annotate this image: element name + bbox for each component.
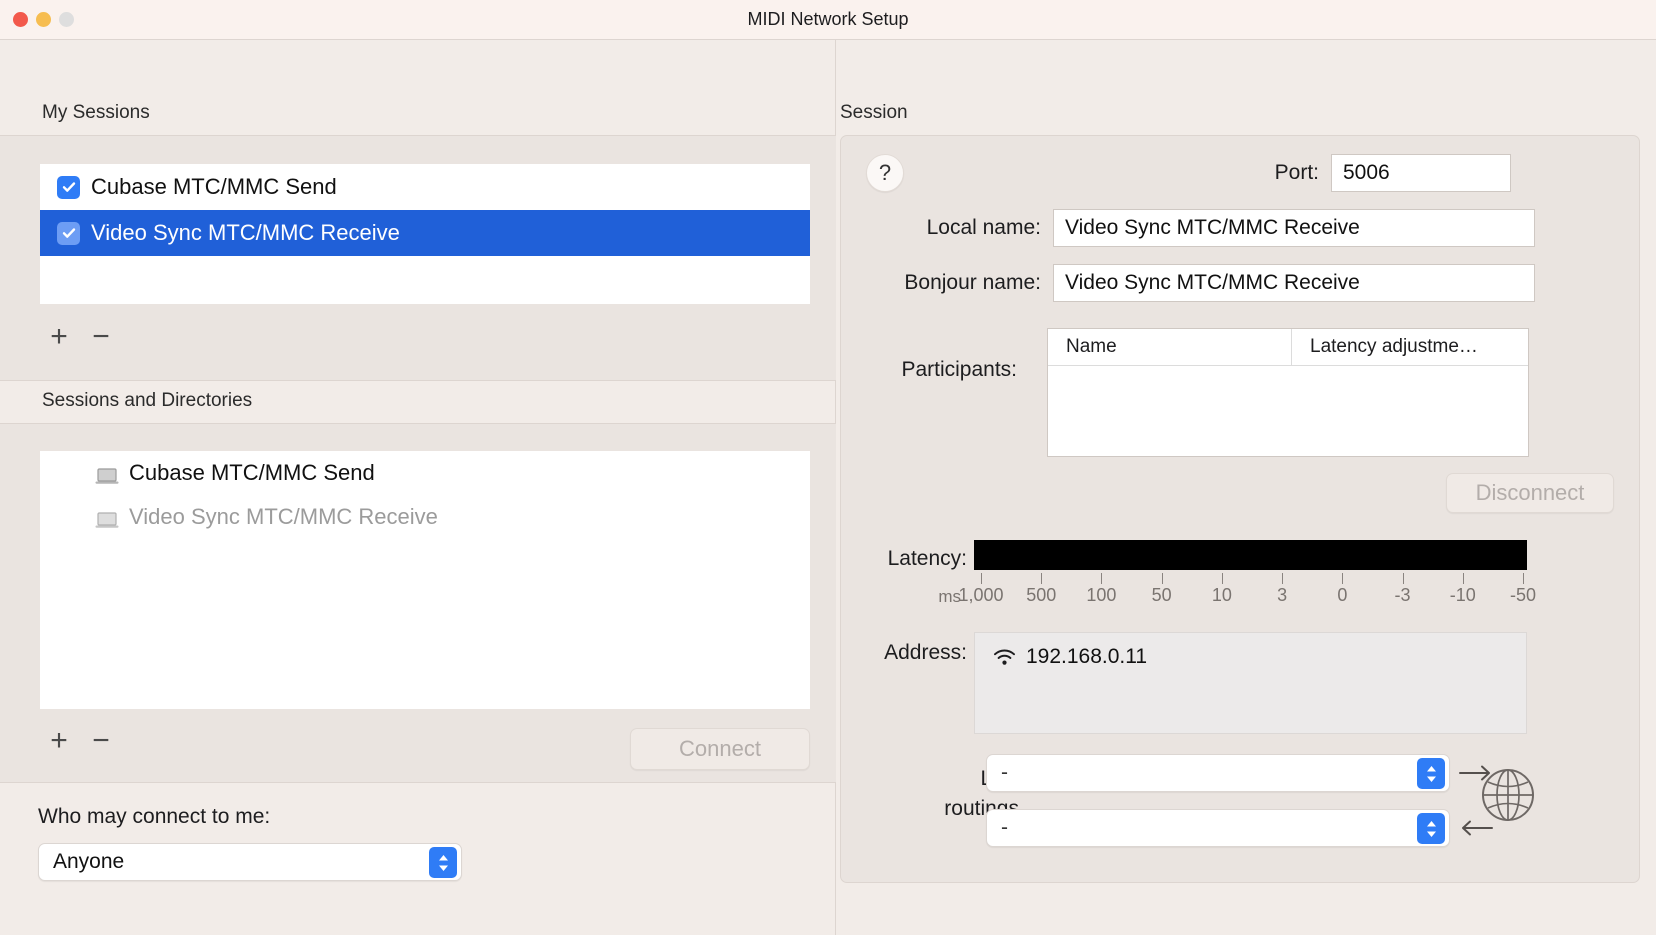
latency-tick (1101, 573, 1103, 584)
who-may-connect-dropdown[interactable]: Anyone (38, 843, 462, 881)
remove-session-button[interactable]: − (90, 322, 112, 352)
add-session-button[interactable]: + (48, 322, 70, 352)
address-box[interactable]: 192.168.0.11 (974, 632, 1527, 734)
who-may-connect-value: Anyone (53, 850, 125, 873)
port-label: Port: (1274, 161, 1319, 184)
help-button[interactable]: ? (866, 154, 904, 192)
checkbox-checked-icon[interactable] (57, 175, 80, 199)
remove-directory-button[interactable]: − (90, 726, 112, 756)
directory-row[interactable]: Video Sync MTC/MMC Receive (40, 495, 810, 539)
my-sessions-panel: Cubase MTC/MMC Send Video Sync MTC/MMC R… (0, 135, 836, 381)
latency-tick (1282, 573, 1284, 584)
sessions-directories-panel: Cubase MTC/MMC Send Video Sync MTC/MMC R… (0, 423, 836, 783)
directories-list[interactable]: Cubase MTC/MMC Send Video Sync MTC/MMC R… (40, 451, 810, 709)
latency-tick-label: -50 (1509, 585, 1537, 605)
midi-network-setup-window: MIDI Network Setup My Sessions Cubase MT… (0, 0, 1656, 935)
latency-tick (1221, 573, 1223, 584)
latency-tick-label: 500 (1026, 585, 1057, 605)
latency-tick-marks (974, 573, 1527, 585)
directories-add-remove: + − (48, 726, 112, 756)
chevron-updown-icon[interactable] (429, 847, 457, 878)
latency-tick-label: 10 (1211, 585, 1232, 605)
participants-column-name[interactable]: Name (1048, 329, 1292, 365)
my-sessions-add-remove: + − (48, 322, 112, 352)
who-may-connect-group: Who may connect to me: Anyone (38, 805, 462, 881)
latency-tick (1161, 573, 1163, 584)
session-row[interactable]: Cubase MTC/MMC Send (40, 164, 810, 210)
port-field-row: Port: 5006 (1229, 154, 1511, 192)
my-sessions-list[interactable]: Cubase MTC/MMC Send Video Sync MTC/MMC R… (40, 164, 810, 304)
live-routing-out-value: - (1001, 761, 1008, 784)
laptop-icon (95, 465, 119, 484)
session-header: Session (840, 102, 908, 123)
latency-tick (1402, 573, 1404, 584)
latency-tick (981, 573, 982, 584)
participants-table-header: Name Latency adjustme… (1048, 329, 1528, 366)
latency-tick (1041, 573, 1043, 584)
participants-column-latency[interactable]: Latency adjustme… (1292, 329, 1528, 365)
session-row-label: Cubase MTC/MMC Send (91, 174, 337, 199)
directory-row-label: Cubase MTC/MMC Send (129, 460, 375, 485)
who-may-connect-label: Who may connect to me: (38, 805, 271, 828)
window-title: MIDI Network Setup (747, 9, 909, 29)
address-row: 192.168.0.11 (975, 633, 1526, 669)
latency-tick (1462, 573, 1464, 584)
session-row[interactable]: Video Sync MTC/MMC Receive (40, 210, 810, 256)
latency-tick-labels: 1,000 500 100 50 10 3 0 -3 -10 -50 (958, 585, 1536, 609)
latency-label: Latency: (887, 547, 967, 570)
directory-row[interactable]: Cubase MTC/MMC Send (40, 451, 810, 495)
bonjour-name-label: Bonjour name: (904, 271, 1041, 294)
sessions-directories-header: Sessions and Directories (42, 390, 253, 411)
local-name-field-row: Local name: Video Sync MTC/MMC Receive (889, 209, 1535, 247)
disconnect-button[interactable]: Disconnect (1446, 473, 1614, 513)
bonjour-name-field-row: Bonjour name: Video Sync MTC/MMC Receive (866, 264, 1535, 302)
latency-tick-label: 1,000 (958, 585, 1004, 605)
latency-tick-label: 50 (1151, 585, 1172, 605)
local-name-label: Local name: (926, 216, 1041, 239)
chevron-updown-icon[interactable] (1417, 813, 1445, 844)
latency-tick-label: -3 (1394, 585, 1411, 605)
participants-label: Participants: (901, 358, 1017, 381)
chevron-updown-icon[interactable] (1417, 758, 1445, 789)
participants-table[interactable]: Name Latency adjustme… (1047, 328, 1529, 457)
wifi-icon (993, 648, 1016, 666)
address-label: Address: (884, 641, 967, 664)
address-value: 192.168.0.11 (1026, 645, 1148, 668)
checkbox-checked-icon[interactable] (57, 221, 80, 245)
live-routing-in-value: - (1001, 816, 1008, 839)
session-panel: ? Port: 5006 Local name: Video Sync MTC/… (840, 135, 1640, 883)
globe-icon (1479, 766, 1537, 824)
local-name-input[interactable]: Video Sync MTC/MMC Receive (1053, 209, 1535, 247)
window-body: My Sessions Cubase MTC/MMC Send Video Sy… (0, 40, 1656, 935)
titlebar: MIDI Network Setup (0, 0, 1656, 40)
add-directory-button[interactable]: + (48, 726, 70, 756)
latency-tick (1342, 573, 1344, 584)
latency-tick-label: 100 (1086, 585, 1117, 605)
connect-button[interactable]: Connect (630, 728, 810, 770)
latency-tick-label: 0 (1337, 585, 1348, 605)
latency-tick (1523, 573, 1524, 584)
left-pane: My Sessions Cubase MTC/MMC Send Video Sy… (0, 40, 836, 935)
session-row-label: Video Sync MTC/MMC Receive (91, 220, 400, 245)
bonjour-name-input[interactable]: Video Sync MTC/MMC Receive (1053, 264, 1535, 302)
laptop-icon (95, 509, 119, 528)
my-sessions-header: My Sessions (42, 102, 150, 123)
port-input[interactable]: 5006 (1331, 154, 1511, 192)
latency-slider[interactable] (974, 540, 1527, 570)
live-routing-out-dropdown[interactable]: - (986, 754, 1450, 792)
directory-row-label: Video Sync MTC/MMC Receive (129, 504, 438, 529)
latency-tick-label: 3 (1277, 585, 1288, 605)
live-routing-in-dropdown[interactable]: - (986, 809, 1450, 847)
latency-tick-label: -10 (1449, 585, 1476, 605)
